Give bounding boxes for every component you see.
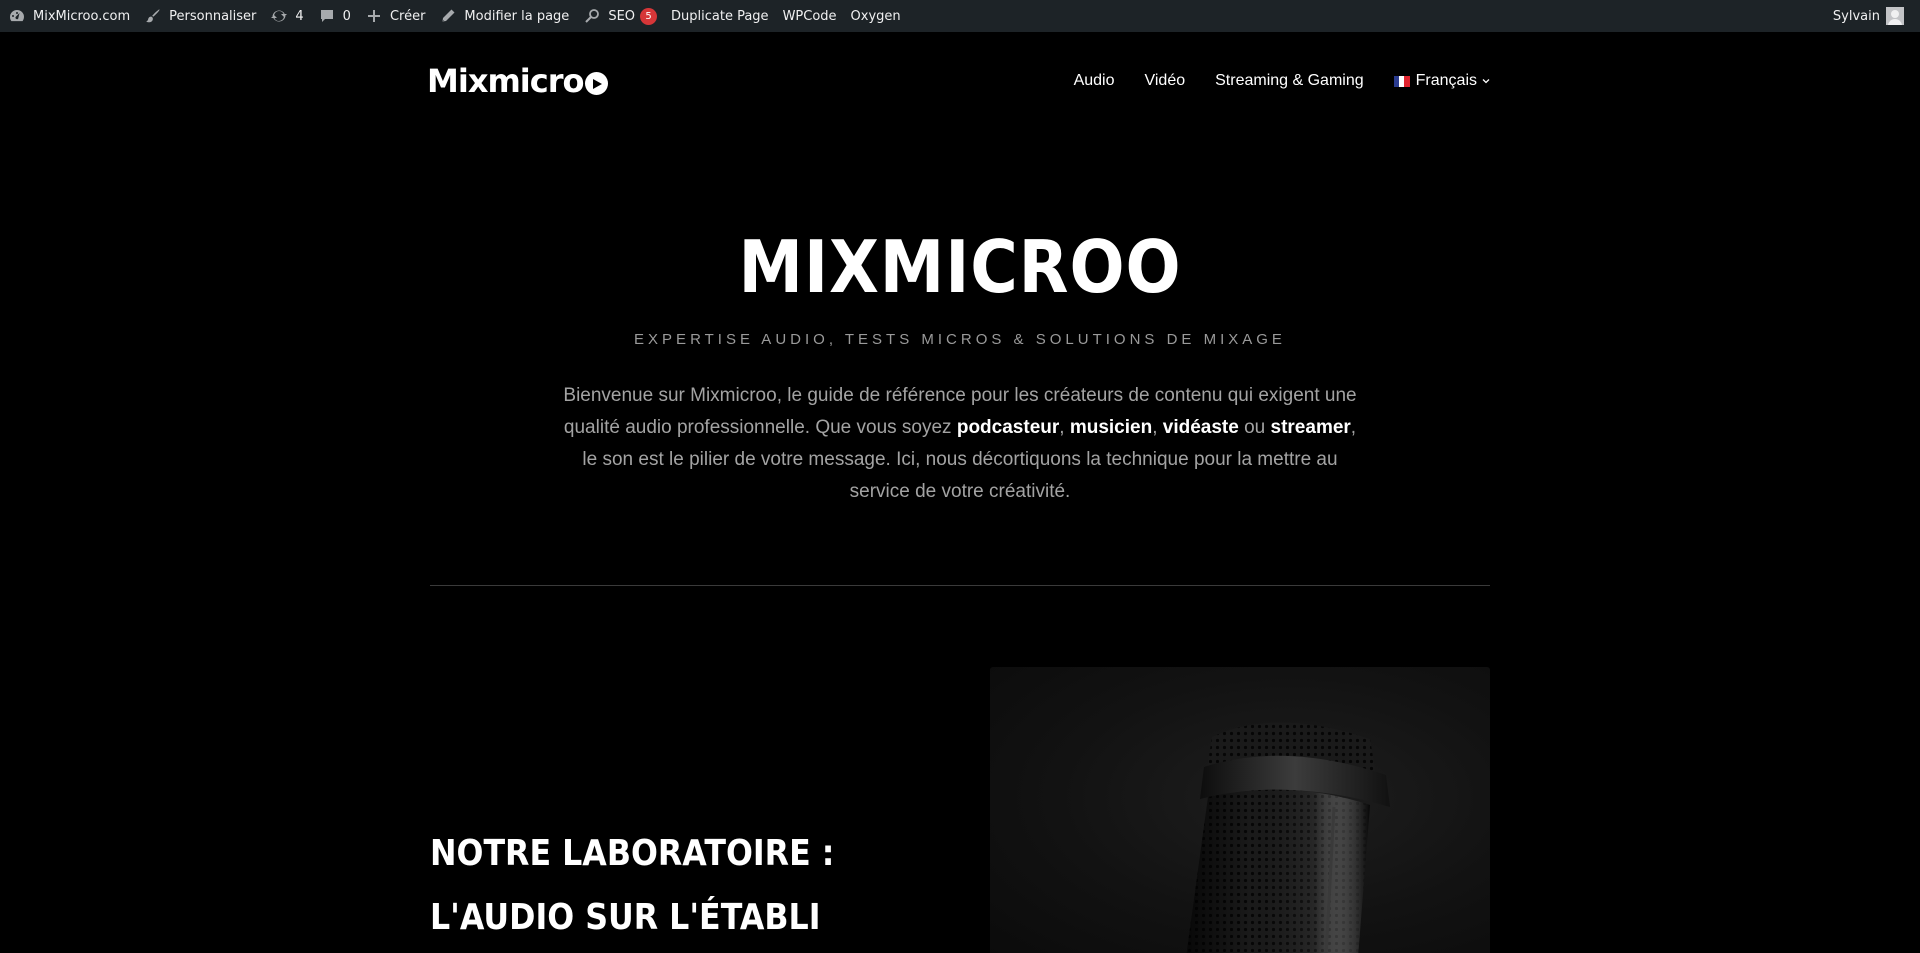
nav-item-streaming-gaming[interactable]: Streaming & Gaming bbox=[1200, 72, 1379, 90]
hero-subtitle: EXPERTISE AUDIO, TESTS MICROS & SOLUTION… bbox=[634, 331, 1286, 348]
logo-letter-o: o bbox=[562, 62, 585, 100]
admin-account-link[interactable]: Sylvain bbox=[1825, 0, 1920, 32]
plus-icon bbox=[365, 7, 383, 25]
admin-customize-label: Personnaliser bbox=[169, 8, 257, 24]
admin-duplicate-page-label: Duplicate Page bbox=[671, 8, 769, 24]
admin-bar-left: MixMicroo.com Personnaliser 4 0 Créer Mo… bbox=[0, 0, 908, 32]
hero-title: MIXMICROO bbox=[738, 225, 1182, 309]
intro-bold-streamer: streamer bbox=[1270, 417, 1351, 438]
french-flag-icon bbox=[1393, 75, 1410, 87]
admin-bar-right: Sylvain bbox=[1825, 0, 1920, 32]
admin-comments-count: 0 bbox=[342, 8, 351, 24]
admin-updates-link[interactable]: 4 bbox=[263, 0, 310, 32]
admin-customize-link[interactable]: Personnaliser bbox=[137, 0, 263, 32]
chevron-down-icon bbox=[1481, 76, 1491, 86]
avatar-icon bbox=[1886, 7, 1904, 25]
admin-site-label: MixMicroo.com bbox=[33, 8, 131, 24]
admin-site-link[interactable]: MixMicroo.com bbox=[0, 0, 137, 32]
admin-oxygen-label: Oxygen bbox=[850, 8, 901, 24]
admin-seo-link[interactable]: SEO 5 bbox=[576, 0, 664, 32]
updates-icon bbox=[270, 7, 288, 25]
admin-edit-page-link[interactable]: Modifier la page bbox=[432, 0, 576, 32]
admin-updates-count: 4 bbox=[295, 8, 304, 24]
dashboard-icon bbox=[8, 7, 26, 25]
admin-wpcode-label: WPCode bbox=[782, 8, 837, 24]
hero-intro: Bienvenue sur Mixmicroo, le guide de réf… bbox=[555, 380, 1365, 508]
microphone-illustration bbox=[1186, 722, 1390, 953]
microphone-photo bbox=[990, 667, 1490, 953]
site-logo[interactable]: Mixmicr o bbox=[427, 61, 608, 101]
lab-section-title: NOTRE LABORATOIRE : L'AUDIO SUR L'ÉTABLI bbox=[430, 822, 888, 950]
play-icon bbox=[584, 72, 608, 95]
intro-bold-podcasteur: podcasteur bbox=[956, 417, 1060, 438]
intro-text: , bbox=[1152, 417, 1163, 438]
admin-seo-label: SEO bbox=[608, 8, 636, 24]
admin-bar: MixMicroo.com Personnaliser 4 0 Créer Mo… bbox=[0, 0, 1920, 32]
admin-new-content-link[interactable]: Créer bbox=[358, 0, 432, 32]
pencil-icon bbox=[439, 7, 457, 25]
seo-notification-badge: 5 bbox=[640, 7, 658, 25]
language-label: Français bbox=[1415, 72, 1477, 89]
admin-username: Sylvain bbox=[1832, 8, 1880, 24]
seo-icon bbox=[583, 7, 601, 25]
admin-edit-page-label: Modifier la page bbox=[464, 8, 570, 24]
admin-new-content-label: Créer bbox=[389, 8, 426, 24]
admin-comments-link[interactable]: 0 bbox=[311, 0, 358, 32]
brush-icon bbox=[144, 7, 162, 25]
nav-item-video[interactable]: Vidéo bbox=[1129, 72, 1200, 90]
admin-wpcode-link[interactable]: WPCode bbox=[776, 0, 844, 32]
main-nav: Audio Vidéo Streaming & Gaming Français bbox=[1059, 72, 1491, 90]
admin-oxygen-link[interactable]: Oxygen bbox=[844, 0, 908, 32]
lab-title-line-2: L'AUDIO SUR L'ÉTABLI bbox=[430, 897, 821, 938]
comments-icon bbox=[318, 7, 336, 25]
language-switcher[interactable]: Français bbox=[1379, 72, 1491, 90]
admin-duplicate-page-link[interactable]: Duplicate Page bbox=[664, 0, 776, 32]
logo-text: Mixmicr bbox=[427, 62, 564, 100]
nav-item-video-label: Vidéo bbox=[1144, 72, 1186, 89]
intro-bold-videaste: vidéaste bbox=[1162, 417, 1239, 438]
intro-bold-musicien: musicien bbox=[1069, 417, 1153, 438]
nav-item-audio[interactable]: Audio bbox=[1059, 72, 1130, 90]
site-header: Mixmicr o Audio Vidéo Streaming & Gaming… bbox=[427, 32, 1491, 130]
section-divider bbox=[430, 585, 1490, 586]
nav-item-streaming-label: Streaming & Gaming bbox=[1215, 72, 1364, 89]
intro-text: , bbox=[1059, 417, 1070, 438]
intro-text: ou bbox=[1238, 417, 1271, 438]
nav-item-audio-label: Audio bbox=[1073, 72, 1115, 89]
lab-title-line-1: NOTRE LABORATOIRE : bbox=[430, 833, 835, 874]
